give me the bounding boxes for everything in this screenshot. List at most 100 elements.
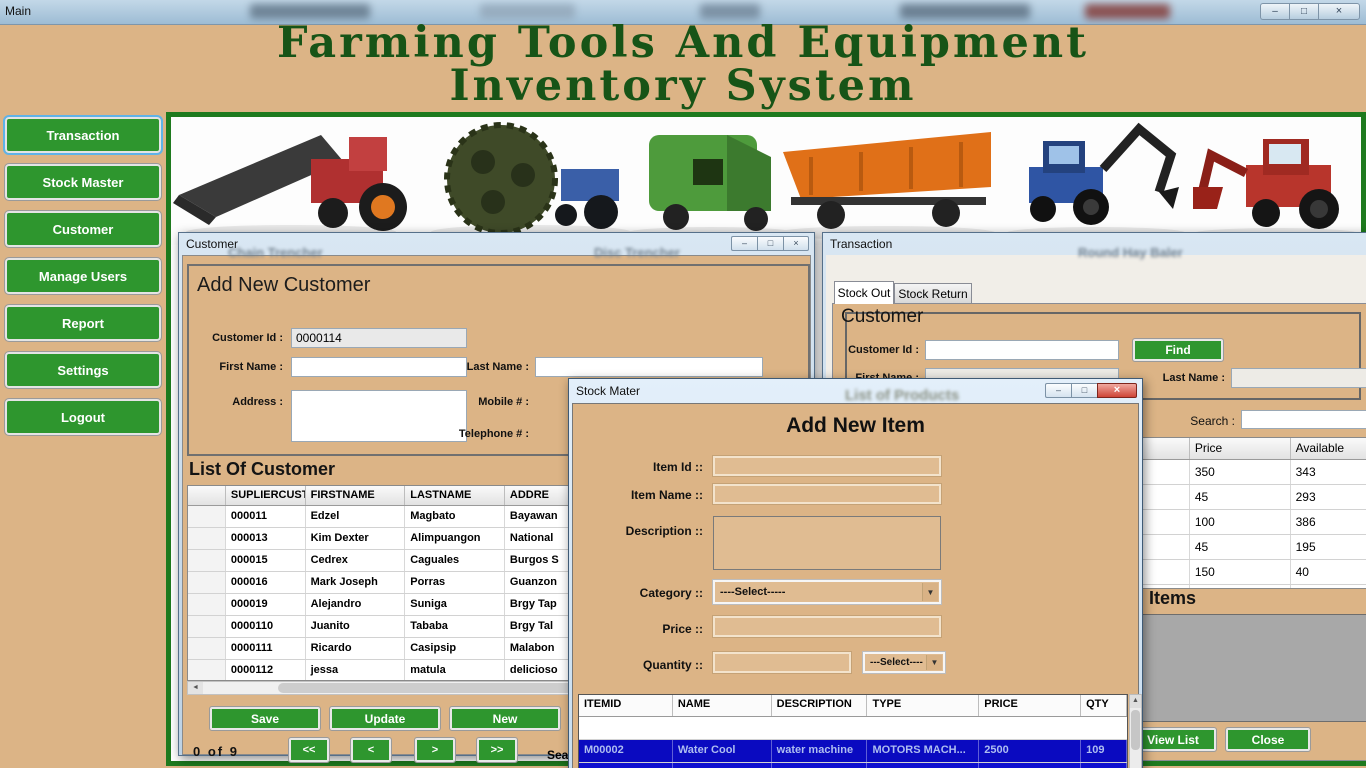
row-header-column bbox=[188, 486, 226, 505]
item-row[interactable]: M00003 Air Cool Air machine MOTORS MACH.… bbox=[579, 763, 1127, 768]
taskbar-blur-blob bbox=[250, 4, 370, 19]
find-button[interactable]: Find bbox=[1132, 338, 1224, 362]
first-name-field[interactable] bbox=[291, 357, 467, 377]
close-icon[interactable]: × bbox=[1097, 383, 1137, 398]
column-header[interactable]: DESCRIPTION bbox=[772, 695, 868, 716]
category-label: Category :: bbox=[639, 586, 703, 600]
item-id-field[interactable] bbox=[712, 455, 942, 477]
item-id-label: Item Id :: bbox=[653, 460, 703, 474]
quantity-unit-select[interactable]: ---Select---- ▼ bbox=[862, 651, 946, 674]
last-record-button[interactable]: >> bbox=[476, 737, 518, 763]
next-record-button[interactable]: > bbox=[414, 737, 456, 763]
previous-record-button[interactable]: < bbox=[350, 737, 392, 763]
column-header[interactable]: PRICE bbox=[979, 695, 1082, 716]
tab-stock-return[interactable]: Stock Return bbox=[894, 283, 972, 304]
stock-master-window-body: Add New Item Item Id :: Item Name :: Des… bbox=[572, 403, 1142, 768]
tab-stock-out[interactable]: Stock Out bbox=[834, 281, 894, 304]
pager-position: 0 of 9 bbox=[193, 744, 239, 759]
taskbar-blur-blob bbox=[1085, 4, 1170, 19]
maximize-button[interactable]: □ bbox=[1289, 3, 1318, 20]
close-icon[interactable]: × bbox=[783, 236, 809, 251]
sidebar-button[interactable]: Logout bbox=[4, 398, 162, 436]
items-grid-header: ITEMID NAME DESCRIPTION TYPE PRICE QTY bbox=[579, 695, 1127, 717]
column-header[interactable]: ITEMID bbox=[579, 695, 673, 716]
save-button[interactable]: Save bbox=[209, 706, 321, 731]
column-header[interactable]: SUPLIERCUSTOME bbox=[226, 486, 306, 505]
item-row[interactable]: M000010 Electric Motor Machine MOTORS MA… bbox=[579, 717, 1127, 740]
products-heading-blur: List of Products bbox=[845, 387, 960, 404]
row-header bbox=[188, 660, 226, 680]
price-field[interactable] bbox=[712, 615, 942, 638]
item-name-label: Item Name :: bbox=[630, 488, 703, 502]
customer-id-field[interactable] bbox=[925, 340, 1119, 360]
row-header bbox=[188, 550, 226, 571]
scroll-left-icon[interactable]: ◄ bbox=[188, 682, 203, 694]
search-label: Search : bbox=[1190, 414, 1235, 428]
column-header[interactable]: TYPE bbox=[867, 695, 980, 716]
caption-disc-trencher: Disc Trencher bbox=[594, 245, 680, 260]
scroll-up-icon[interactable]: ▲ bbox=[1130, 695, 1141, 708]
quantity-unit-value: ---Select---- bbox=[870, 657, 923, 668]
quantity-field[interactable] bbox=[712, 651, 852, 674]
sidebar-button[interactable]: Customer bbox=[4, 210, 162, 248]
item-row[interactable]: M00002 Water Cool water machine MOTORS M… bbox=[579, 740, 1127, 763]
column-header[interactable]: LASTNAME bbox=[405, 486, 505, 505]
scrollbar-thumb[interactable] bbox=[1131, 710, 1140, 750]
column-header[interactable]: QTY bbox=[1081, 695, 1127, 716]
app-title: Farming Tools And Equipment Inventory Sy… bbox=[277, 18, 1089, 111]
front-loader-tractor-image bbox=[1191, 139, 1361, 240]
scrollbar-thumb[interactable] bbox=[278, 683, 578, 693]
column-header[interactable]: NAME bbox=[673, 695, 772, 716]
add-new-item-heading: Add New Item bbox=[786, 414, 925, 437]
add-new-customer-heading: Add New Customer bbox=[197, 274, 371, 296]
customer-id-label: Customer Id : bbox=[848, 344, 919, 356]
row-header bbox=[188, 528, 226, 549]
vertical-scrollbar[interactable]: ▲ bbox=[1129, 694, 1142, 768]
sidebar-button[interactable]: Settings bbox=[4, 351, 162, 389]
search-label-fragment: Sea bbox=[547, 748, 569, 762]
column-header[interactable]: Available bbox=[1291, 438, 1366, 459]
mobile-label: Mobile # : bbox=[478, 396, 529, 408]
chevron-down-icon[interactable]: ▼ bbox=[922, 583, 938, 601]
column-header[interactable]: FIRSTNAME bbox=[306, 486, 406, 505]
row-header bbox=[188, 616, 226, 637]
category-select[interactable]: ----Select----- ▼ bbox=[712, 579, 942, 605]
row-header bbox=[188, 638, 226, 659]
sidebar-button[interactable]: Report bbox=[4, 304, 162, 342]
last-name-field[interactable] bbox=[1231, 368, 1366, 388]
minimize-button[interactable]: – bbox=[1260, 3, 1289, 20]
last-name-field[interactable] bbox=[535, 357, 763, 377]
description-field[interactable] bbox=[713, 516, 941, 570]
minimize-button[interactable]: – bbox=[1045, 383, 1071, 398]
manure-spreader-image bbox=[776, 132, 996, 240]
restore-button[interactable]: □ bbox=[1071, 383, 1097, 398]
customer-id-label: Customer Id : bbox=[212, 332, 283, 344]
backhoe-tractor-image bbox=[1006, 122, 1186, 239]
taskbar-blur-blob bbox=[900, 4, 1030, 19]
minimize-button[interactable]: – bbox=[731, 236, 757, 251]
item-name-field[interactable] bbox=[712, 483, 942, 505]
sidebar-button[interactable]: Stock Master bbox=[4, 163, 162, 201]
last-name-label: Last Name : bbox=[466, 361, 529, 373]
new-button[interactable]: New bbox=[449, 706, 561, 731]
row-header bbox=[188, 594, 226, 615]
sidebar-button[interactable]: Manage Users bbox=[4, 257, 162, 295]
row-header bbox=[188, 572, 226, 593]
search-input[interactable] bbox=[1241, 410, 1366, 429]
maximize-button[interactable]: □ bbox=[757, 236, 783, 251]
transaction-window-title: Transaction bbox=[830, 237, 893, 251]
close-button[interactable]: Close bbox=[1225, 727, 1311, 752]
description-label: Description :: bbox=[625, 524, 703, 538]
update-button[interactable]: Update bbox=[329, 706, 441, 731]
list-of-customer-heading: List Of Customer bbox=[189, 459, 336, 479]
customer-section-heading: Customer bbox=[841, 306, 924, 327]
first-record-button[interactable]: << bbox=[288, 737, 330, 763]
chevron-down-icon[interactable]: ▼ bbox=[926, 655, 942, 670]
sidebar-button[interactable]: Transaction bbox=[3, 115, 163, 155]
customer-id-field[interactable] bbox=[291, 328, 467, 348]
close-icon[interactable]: × bbox=[1318, 3, 1360, 20]
first-name-label: First Name : bbox=[219, 361, 283, 373]
column-header[interactable]: Price bbox=[1190, 438, 1291, 459]
price-label: Price :: bbox=[662, 622, 703, 636]
disc-trencher-image bbox=[431, 122, 631, 239]
